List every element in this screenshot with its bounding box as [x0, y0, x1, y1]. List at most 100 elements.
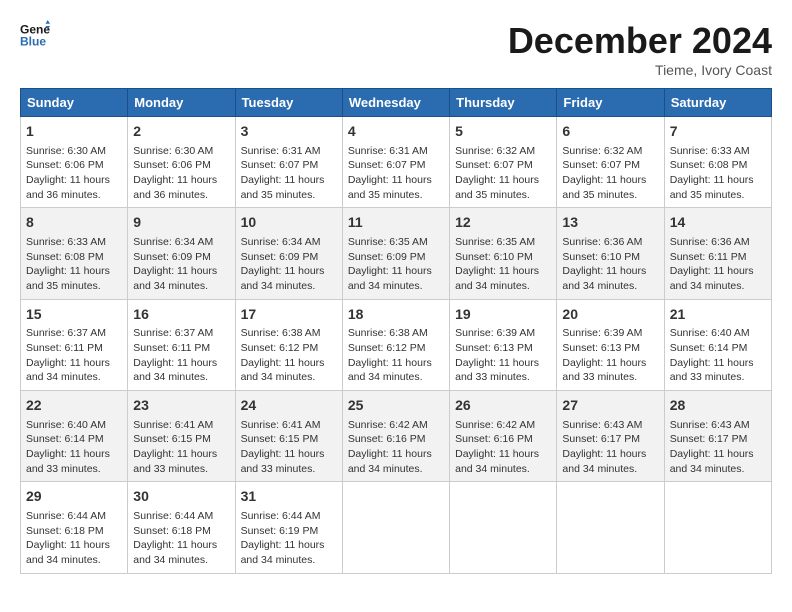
day-info: Sunrise: 6:40 AM Sunset: 6:14 PM Dayligh…	[670, 326, 766, 385]
day-info: Sunrise: 6:33 AM Sunset: 6:08 PM Dayligh…	[26, 235, 122, 294]
day-info: Sunrise: 6:36 AM Sunset: 6:11 PM Dayligh…	[670, 235, 766, 294]
logo-icon: General Blue	[20, 20, 50, 50]
calendar-cell: 9Sunrise: 6:34 AM Sunset: 6:09 PM Daylig…	[128, 208, 235, 299]
calendar-week-row: 15 Sunrise: 6:37 AM Sunset: 6:11 PM Dayli…	[21, 299, 772, 390]
calendar-cell: 18Sunrise: 6:38 AM Sunset: 6:12 PM Dayli…	[342, 299, 449, 390]
calendar-cell: 11Sunrise: 6:35 AM Sunset: 6:09 PM Dayli…	[342, 208, 449, 299]
calendar-cell: 17Sunrise: 6:38 AM Sunset: 6:12 PM Dayli…	[235, 299, 342, 390]
day-number: 16	[133, 305, 229, 325]
day-number: 27	[562, 396, 658, 416]
svg-text:Blue: Blue	[20, 35, 46, 49]
day-info: Sunrise: 6:31 AM Sunset: 6:07 PM Dayligh…	[348, 144, 444, 203]
calendar-cell: 6Sunrise: 6:32 AM Sunset: 6:07 PM Daylig…	[557, 117, 664, 208]
calendar-cell: 27Sunrise: 6:43 AM Sunset: 6:17 PM Dayli…	[557, 391, 664, 482]
day-info: Sunrise: 6:39 AM Sunset: 6:13 PM Dayligh…	[562, 326, 658, 385]
day-number: 3	[241, 122, 337, 142]
day-info: Sunrise: 6:34 AM Sunset: 6:09 PM Dayligh…	[241, 235, 337, 294]
calendar-cell: 10Sunrise: 6:34 AM Sunset: 6:09 PM Dayli…	[235, 208, 342, 299]
day-number: 17	[241, 305, 337, 325]
day-number: 14	[670, 213, 766, 233]
day-number: 30	[133, 487, 229, 507]
day-info: Sunrise: 6:42 AM Sunset: 6:16 PM Dayligh…	[455, 418, 551, 477]
day-number: 26	[455, 396, 551, 416]
day-number: 23	[133, 396, 229, 416]
calendar-cell: 20Sunrise: 6:39 AM Sunset: 6:13 PM Dayli…	[557, 299, 664, 390]
day-number: 29	[26, 487, 122, 507]
calendar-cell: 4Sunrise: 6:31 AM Sunset: 6:07 PM Daylig…	[342, 117, 449, 208]
calendar-cell: 7Sunrise: 6:33 AM Sunset: 6:08 PM Daylig…	[664, 117, 771, 208]
day-info: Sunrise: 6:33 AM Sunset: 6:08 PM Dayligh…	[670, 144, 766, 203]
day-number: 2	[133, 122, 229, 142]
calendar-cell: 24Sunrise: 6:41 AM Sunset: 6:15 PM Dayli…	[235, 391, 342, 482]
calendar-cell: 26Sunrise: 6:42 AM Sunset: 6:16 PM Dayli…	[450, 391, 557, 482]
day-number: 11	[348, 213, 444, 233]
calendar-cell: 30Sunrise: 6:44 AM Sunset: 6:18 PM Dayli…	[128, 482, 235, 573]
day-info: Sunrise: 6:40 AM Sunset: 6:14 PM Dayligh…	[26, 418, 122, 477]
calendar-cell: 22Sunrise: 6:40 AM Sunset: 6:14 PM Dayli…	[21, 391, 128, 482]
day-info: Sunrise: 6:38 AM Sunset: 6:12 PM Dayligh…	[348, 326, 444, 385]
day-number: 18	[348, 305, 444, 325]
day-number: 8	[26, 213, 122, 233]
day-info: Sunrise: 6:32 AM Sunset: 6:07 PM Dayligh…	[562, 144, 658, 203]
day-number: 12	[455, 213, 551, 233]
day-info: Sunrise: 6:32 AM Sunset: 6:07 PM Dayligh…	[455, 144, 551, 203]
day-number: 20	[562, 305, 658, 325]
day-number: 22	[26, 396, 122, 416]
day-number: 25	[348, 396, 444, 416]
calendar-cell: 2Sunrise: 6:30 AM Sunset: 6:06 PM Daylig…	[128, 117, 235, 208]
calendar-week-row: 8Sunrise: 6:33 AM Sunset: 6:08 PM Daylig…	[21, 208, 772, 299]
day-info: Sunrise: 6:44 AM Sunset: 6:18 PM Dayligh…	[133, 509, 229, 568]
calendar-cell: 13Sunrise: 6:36 AM Sunset: 6:10 PM Dayli…	[557, 208, 664, 299]
day-info: Sunrise: 6:43 AM Sunset: 6:17 PM Dayligh…	[670, 418, 766, 477]
calendar-cell: 8Sunrise: 6:33 AM Sunset: 6:08 PM Daylig…	[21, 208, 128, 299]
day-number: 13	[562, 213, 658, 233]
calendar-cell: 28Sunrise: 6:43 AM Sunset: 6:17 PM Dayli…	[664, 391, 771, 482]
day-info: Sunrise: 6:35 AM Sunset: 6:10 PM Dayligh…	[455, 235, 551, 294]
calendar-cell: 1Sunrise: 6:30 AM Sunset: 6:06 PM Daylig…	[21, 117, 128, 208]
calendar-cell: 19Sunrise: 6:39 AM Sunset: 6:13 PM Dayli…	[450, 299, 557, 390]
day-number: 21	[670, 305, 766, 325]
day-number: 4	[348, 122, 444, 142]
day-number: 7	[670, 122, 766, 142]
day-info: Sunrise: 6:43 AM Sunset: 6:17 PM Dayligh…	[562, 418, 658, 477]
calendar-cell: 25Sunrise: 6:42 AM Sunset: 6:16 PM Dayli…	[342, 391, 449, 482]
day-of-week-header: Wednesday	[342, 89, 449, 117]
day-number: 1	[26, 122, 122, 142]
day-info: Sunrise: 6:41 AM Sunset: 6:15 PM Dayligh…	[133, 418, 229, 477]
calendar-cell	[664, 482, 771, 573]
calendar-week-row: 22Sunrise: 6:40 AM Sunset: 6:14 PM Dayli…	[21, 391, 772, 482]
day-info: Sunrise: 6:31 AM Sunset: 6:07 PM Dayligh…	[241, 144, 337, 203]
day-of-week-header: Sunday	[21, 89, 128, 117]
logo: General Blue	[20, 20, 50, 50]
calendar-cell	[342, 482, 449, 573]
day-of-week-header: Monday	[128, 89, 235, 117]
calendar-table: SundayMondayTuesdayWednesdayThursdayFrid…	[20, 88, 772, 574]
day-number: 15	[26, 305, 122, 325]
day-of-week-header: Tuesday	[235, 89, 342, 117]
day-info: Sunrise: 6:37 AM Sunset: 6:11 PM Dayligh…	[133, 326, 229, 385]
day-info: Sunrise: 6:35 AM Sunset: 6:09 PM Dayligh…	[348, 235, 444, 294]
month-title: December 2024	[508, 20, 772, 62]
calendar-body: 1Sunrise: 6:30 AM Sunset: 6:06 PM Daylig…	[21, 117, 772, 574]
day-info: Sunrise: 6:30 AM Sunset: 6:06 PM Dayligh…	[26, 144, 122, 203]
calendar-cell: 3Sunrise: 6:31 AM Sunset: 6:07 PM Daylig…	[235, 117, 342, 208]
calendar-cell: 23Sunrise: 6:41 AM Sunset: 6:15 PM Dayli…	[128, 391, 235, 482]
day-number: 28	[670, 396, 766, 416]
day-info: Sunrise: 6:44 AM Sunset: 6:19 PM Dayligh…	[241, 509, 337, 568]
calendar-week-row: 29 Sunrise: 6:44 AM Sunset: 6:18 PM Dayli…	[21, 482, 772, 573]
calendar-cell: 15Sunrise: 6:37 AM Sunset: 6:11 PM Dayli…	[21, 299, 128, 390]
day-info: Sunrise: 6:36 AM Sunset: 6:10 PM Dayligh…	[562, 235, 658, 294]
day-info: Sunrise: 6:42 AM Sunset: 6:16 PM Dayligh…	[348, 418, 444, 477]
calendar-cell	[450, 482, 557, 573]
calendar-cell	[557, 482, 664, 573]
calendar-cell: 14Sunrise: 6:36 AM Sunset: 6:11 PM Dayli…	[664, 208, 771, 299]
day-of-week-header: Thursday	[450, 89, 557, 117]
day-number: 24	[241, 396, 337, 416]
day-info: Sunrise: 6:38 AM Sunset: 6:12 PM Dayligh…	[241, 326, 337, 385]
header: General Blue December 2024 Tieme, Ivory …	[20, 20, 772, 78]
calendar-cell: 12Sunrise: 6:35 AM Sunset: 6:10 PM Dayli…	[450, 208, 557, 299]
calendar-header-row: SundayMondayTuesdayWednesdayThursdayFrid…	[21, 89, 772, 117]
day-info: Sunrise: 6:34 AM Sunset: 6:09 PM Dayligh…	[133, 235, 229, 294]
day-of-week-header: Saturday	[664, 89, 771, 117]
day-info: Sunrise: 6:39 AM Sunset: 6:13 PM Dayligh…	[455, 326, 551, 385]
